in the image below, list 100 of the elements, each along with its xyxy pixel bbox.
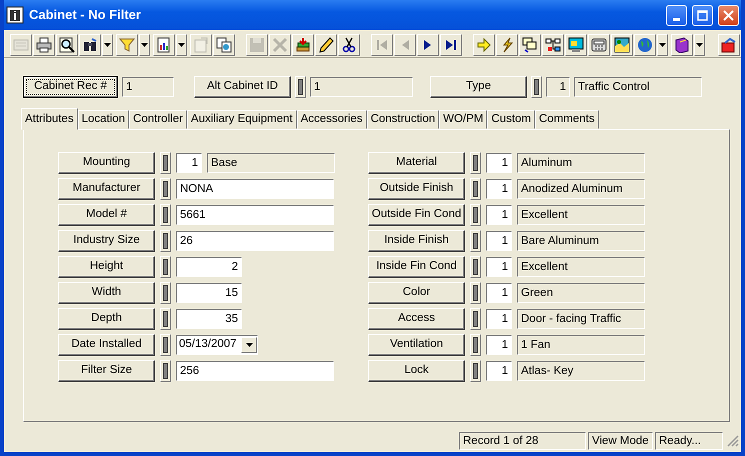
link-button[interactable] <box>160 204 171 226</box>
binoculars-button[interactable] <box>79 34 101 56</box>
link-button[interactable] <box>160 334 171 356</box>
link-button[interactable] <box>160 360 171 382</box>
text-field[interactable]: Anodized Aluminum <box>517 179 645 199</box>
label-button[interactable]: Date Installed <box>58 334 155 356</box>
link-button[interactable] <box>470 256 481 278</box>
code-field[interactable]: 1 <box>486 309 512 329</box>
copy-button[interactable] <box>213 34 235 56</box>
globe-button[interactable] <box>634 34 656 56</box>
label-button[interactable]: Width <box>58 282 155 304</box>
text-field[interactable]: 1 Fan <box>517 335 645 355</box>
hierarchy-button[interactable] <box>542 34 564 56</box>
dropdown-button[interactable] <box>102 34 113 56</box>
code-field[interactable]: 1 <box>486 257 512 277</box>
label-button[interactable]: Height <box>58 256 155 278</box>
link-button[interactable] <box>470 334 481 356</box>
label-button[interactable]: Cabinet Rec # <box>23 76 118 98</box>
filter-button[interactable] <box>116 34 138 56</box>
text-field[interactable]: 35 <box>176 309 242 329</box>
text-field[interactable]: Excellent <box>517 205 645 225</box>
link-button[interactable] <box>295 76 306 98</box>
code-field[interactable]: 1 <box>486 361 512 381</box>
lightning-button[interactable] <box>496 34 518 56</box>
tab[interactable]: Comments <box>535 110 599 129</box>
link-button[interactable] <box>160 256 171 278</box>
last-record-button[interactable] <box>440 34 462 56</box>
tab[interactable]: Auxiliary Equipment <box>186 110 297 129</box>
dropdown-button[interactable] <box>657 34 668 56</box>
text-field[interactable]: Excellent <box>517 257 645 277</box>
code-field[interactable]: 1 <box>486 283 512 303</box>
link-button[interactable] <box>470 282 481 304</box>
monitor-button[interactable] <box>565 34 587 56</box>
pencil-button[interactable] <box>315 34 337 56</box>
text-field[interactable]: 15 <box>176 283 242 303</box>
label-button[interactable]: Outside Finish <box>368 178 465 200</box>
tab[interactable]: Accessories <box>296 110 367 129</box>
label-button[interactable]: Type <box>430 76 527 98</box>
label-button[interactable]: Depth <box>58 308 155 330</box>
windows-button[interactable] <box>519 34 541 56</box>
arrow-button[interactable] <box>473 34 495 56</box>
label-button[interactable]: Access <box>368 308 465 330</box>
link-button[interactable] <box>160 308 171 330</box>
link-button[interactable] <box>470 178 481 200</box>
map-button[interactable] <box>611 34 633 56</box>
label-button[interactable]: Lock <box>368 360 465 382</box>
stack-button[interactable] <box>292 34 314 56</box>
text-field[interactable]: 26 <box>176 231 334 251</box>
label-button[interactable]: Industry Size <box>58 230 155 252</box>
close-button[interactable] <box>718 4 739 26</box>
label-button[interactable]: Inside Finish <box>368 230 465 252</box>
text-field[interactable]: Aluminum <box>517 153 645 173</box>
link-button[interactable] <box>470 360 481 382</box>
label-button[interactable]: Manufacturer <box>58 178 155 200</box>
label-button[interactable]: Color <box>368 282 465 304</box>
link-button[interactable] <box>160 152 171 174</box>
code-field[interactable]: 1 <box>486 153 512 173</box>
text-field[interactable]: NONA <box>176 179 334 199</box>
link-button[interactable] <box>470 152 481 174</box>
label-button[interactable]: Model # <box>58 204 155 226</box>
text-field[interactable]: 256 <box>176 361 334 381</box>
text-field[interactable]: 1 <box>310 76 413 96</box>
label-button[interactable]: Filter Size <box>58 360 155 382</box>
label-button[interactable]: Alt Cabinet ID <box>194 76 291 98</box>
tab[interactable]: Controller <box>129 110 187 129</box>
code-field[interactable]: 1 <box>176 153 202 173</box>
scissors-button[interactable] <box>338 34 360 56</box>
text-field[interactable]: 2 <box>176 257 242 277</box>
text-field[interactable]: Green <box>517 283 645 303</box>
tab[interactable]: WO/PM <box>439 110 488 129</box>
code-field[interactable]: 1 <box>486 205 512 225</box>
text-field[interactable]: Base <box>207 153 335 173</box>
date-field[interactable]: 05/13/2007 <box>176 335 258 355</box>
dropdown-button[interactable] <box>176 34 187 56</box>
text-field[interactable]: Door - facing Traffic <box>517 309 645 329</box>
code-field[interactable]: 1 <box>546 76 570 96</box>
label-button[interactable]: Inside Fin Cond <box>368 256 465 278</box>
link-button[interactable] <box>160 282 171 304</box>
code-field[interactable]: 1 <box>486 335 512 355</box>
text-field[interactable]: 1 <box>122 76 174 96</box>
label-button[interactable]: Mounting <box>58 152 155 174</box>
text-field[interactable]: 5661 <box>176 205 334 225</box>
book-button[interactable] <box>671 34 693 56</box>
text-field[interactable]: Bare Aluminum <box>517 231 645 251</box>
code-field[interactable]: 1 <box>486 179 512 199</box>
link-button[interactable] <box>160 178 171 200</box>
calculator-button[interactable] <box>588 34 610 56</box>
link-button[interactable] <box>470 308 481 330</box>
code-field[interactable]: 1 <box>486 231 512 251</box>
tab[interactable]: Construction <box>366 110 440 129</box>
search-button[interactable] <box>56 34 78 56</box>
document-button[interactable] <box>153 34 175 56</box>
text-field[interactable]: Traffic Control <box>574 76 702 96</box>
exit-button[interactable] <box>718 34 740 56</box>
maximize-button[interactable] <box>692 4 713 26</box>
text-field[interactable]: Atlas- Key <box>517 361 645 381</box>
link-button[interactable] <box>531 76 542 98</box>
printer-button[interactable] <box>33 34 55 56</box>
link-button[interactable] <box>160 230 171 252</box>
minimize-button[interactable] <box>666 4 687 26</box>
